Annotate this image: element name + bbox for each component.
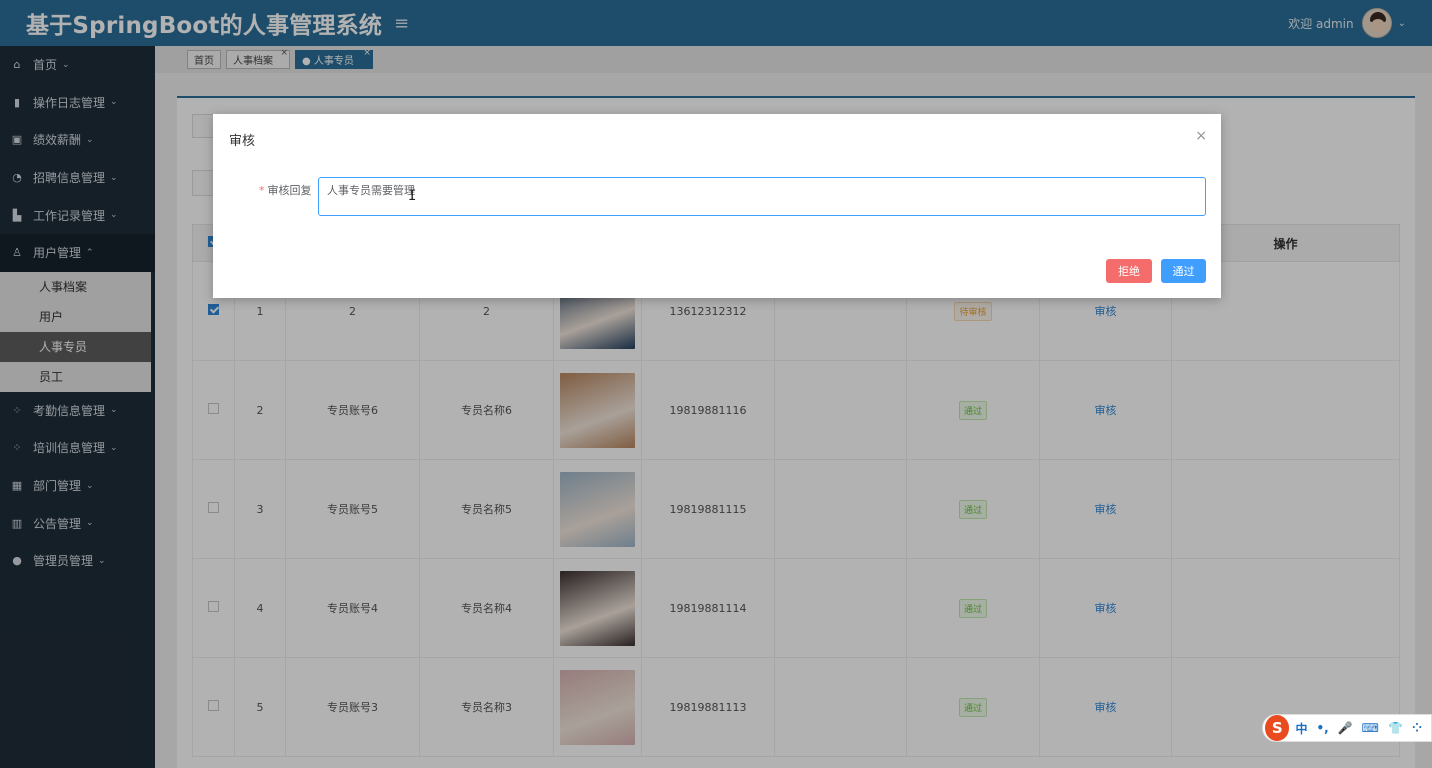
review-reply-textarea[interactable]: 人事专员需要管理 [318,177,1206,216]
chinese-mode-icon[interactable]: 中 [1295,720,1307,737]
review-dialog: 审核 × * 审核回复 人事专员需要管理 拒绝 通过 [213,114,1221,298]
sogou-logo-icon[interactable]: S [1265,715,1290,741]
dialog-title: 审核 [229,134,256,149]
review-reply-label-text: 审核回复 [267,184,312,197]
toolbox-icon[interactable]: ⁘ [1412,721,1422,735]
skin-icon[interactable]: 👕 [1388,721,1403,735]
ime-toolbar[interactable]: S 中 •, 🎤 ⌨ 👕 ⁘ [1262,714,1432,742]
microphone-icon[interactable]: 🎤 [1338,721,1353,735]
review-reply-label: * 审核回复 [259,182,312,198]
text-cursor-icon: I [408,188,417,204]
required-mark: * [259,184,265,197]
reject-button[interactable]: 拒绝 [1106,259,1152,283]
pass-button[interactable]: 通过 [1161,259,1206,283]
keyboard-icon[interactable]: ⌨ [1362,721,1379,735]
close-icon[interactable]: × [1195,128,1207,144]
punctuation-icon[interactable]: •, [1316,721,1328,735]
